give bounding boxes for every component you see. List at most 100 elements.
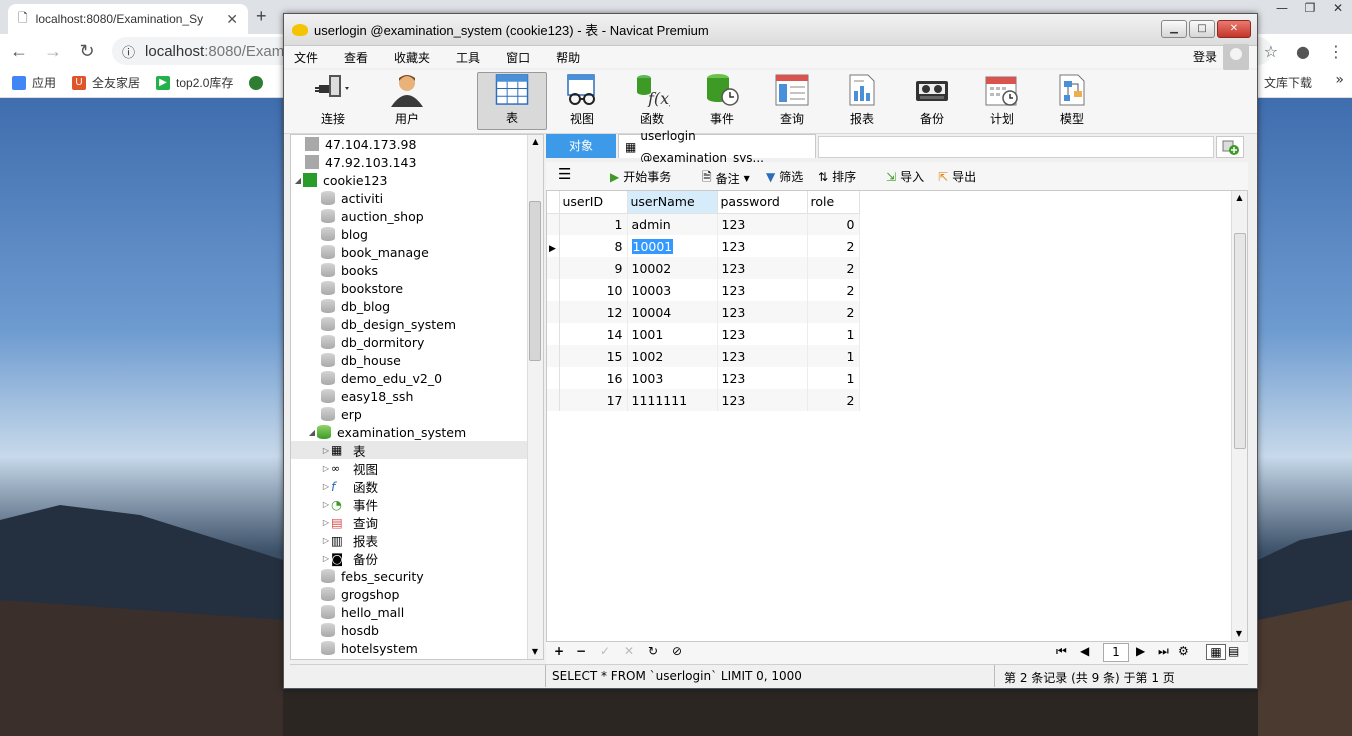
tree-scroll-thumb[interactable] xyxy=(529,201,541,361)
expand-icon[interactable]: ▷ xyxy=(321,500,331,509)
table-cell[interactable]: 123 xyxy=(717,367,808,389)
tree-backups[interactable]: ▷ ◙ 备份 xyxy=(321,549,378,567)
table-row[interactable]: 12 10004 123 2 xyxy=(547,301,860,323)
tree-database[interactable]: hotelsystem xyxy=(321,639,418,657)
tree-database[interactable]: hosdb xyxy=(321,621,379,639)
tree-views[interactable]: ▷ ∞ 视图 xyxy=(321,459,378,477)
tree-database[interactable]: books xyxy=(321,261,378,279)
bookmark-wenku[interactable]: 文库下载 xyxy=(1264,74,1312,91)
table-cell[interactable]: 123 xyxy=(717,345,808,367)
row-indicator[interactable] xyxy=(547,213,560,235)
menu-favorites[interactable]: 收藏夹 xyxy=(394,49,430,66)
table-row[interactable]: 14 1001 123 1 xyxy=(547,323,860,345)
table-cell[interactable]: 123 xyxy=(717,213,808,235)
restore-icon[interactable]: ❐ xyxy=(1296,0,1324,16)
bookmarks-more-icon[interactable]: » xyxy=(1335,72,1344,88)
scroll-down-icon[interactable]: ▼ xyxy=(528,645,542,659)
minimize-button[interactable]: ▁ xyxy=(1161,20,1187,38)
tree-database[interactable]: activiti xyxy=(321,189,383,207)
tree-database-open[interactable]: ◢ examination_system xyxy=(307,423,466,441)
table-cell[interactable]: 10002 xyxy=(627,257,718,279)
menu-file[interactable]: 文件 xyxy=(294,49,318,66)
profile-icon[interactable]: ● xyxy=(1296,42,1310,61)
table-row[interactable]: 10 10003 123 2 xyxy=(547,279,860,301)
tree-database[interactable]: hello_mall xyxy=(321,603,404,621)
column-header-userID[interactable]: userID xyxy=(559,191,628,214)
page-number-input[interactable]: 1 xyxy=(1103,643,1129,662)
tab-userlogin[interactable]: ▦ userlogin @examination_sys... xyxy=(618,129,816,165)
table-cell[interactable]: 2 xyxy=(807,279,860,301)
table-row[interactable]: ▶ 8 10001 123 2 xyxy=(547,235,860,257)
expand-icon[interactable]: ▷ xyxy=(321,554,331,563)
info-icon[interactable]: ⓘ xyxy=(122,42,135,61)
menu-help[interactable]: 帮助 xyxy=(556,49,580,66)
next-page-icon[interactable]: ▶ xyxy=(1136,644,1145,658)
grid-view-icon[interactable]: ▦ xyxy=(1206,644,1226,660)
star-icon[interactable]: ☆ xyxy=(1264,42,1278,61)
table-cell[interactable]: 1 xyxy=(807,323,860,345)
back-icon[interactable]: ← xyxy=(10,41,28,62)
row-indicator[interactable] xyxy=(547,279,560,301)
grid-scroll-thumb[interactable] xyxy=(1234,233,1246,449)
tree-database[interactable]: bookstore xyxy=(321,279,403,297)
table-cell[interactable]: 2 xyxy=(807,301,860,323)
settings-gear-icon[interactable]: ⚙ xyxy=(1178,644,1189,658)
table-cell[interactable]: 10 xyxy=(559,279,628,301)
table-row[interactable]: 1 admin 123 0 xyxy=(547,213,860,235)
form-view-icon[interactable]: ▤ xyxy=(1228,644,1239,658)
discard-changes-icon[interactable]: ✕ xyxy=(624,644,634,658)
table-cell[interactable]: 1 xyxy=(807,345,860,367)
tree-connection[interactable]: 47.104.173.98 xyxy=(305,135,416,153)
import-button[interactable]: ⇲ 导入 xyxy=(886,168,924,185)
tab-objects[interactable]: 对象 xyxy=(546,134,616,158)
tree-connection-open[interactable]: ◢ cookie123 xyxy=(293,171,388,189)
collapse-icon[interactable]: ◢ xyxy=(307,428,317,437)
table-cell[interactable]: 1 xyxy=(559,213,628,235)
column-header-password[interactable]: password xyxy=(717,191,808,214)
tree-database[interactable]: db_design_system xyxy=(321,315,456,333)
expand-icon[interactable]: ▷ xyxy=(321,536,331,545)
table-cell[interactable]: 123 xyxy=(717,257,808,279)
grid-scrollbar[interactable]: ▲ ▼ xyxy=(1231,191,1247,641)
menu-icon[interactable]: ⋮ xyxy=(1328,42,1344,61)
login-link[interactable]: 登录 xyxy=(1193,48,1217,65)
table-cell[interactable]: 1001 xyxy=(627,323,718,345)
menu-window[interactable]: 窗口 xyxy=(506,49,530,66)
table-cell[interactable]: 1003 xyxy=(627,367,718,389)
tree-database[interactable]: book_manage xyxy=(321,243,429,261)
expand-icon[interactable]: ▷ xyxy=(321,446,331,455)
tree-database[interactable]: auction_shop xyxy=(321,207,424,225)
tree-reports[interactable]: ▷ ▥ 报表 xyxy=(321,531,378,549)
toolbar-user-button[interactable]: 用户 xyxy=(372,72,442,130)
column-header-userName[interactable]: userName xyxy=(627,191,718,214)
close-button[interactable]: ✕ xyxy=(1217,20,1251,38)
forward-icon[interactable]: → xyxy=(44,41,62,62)
maximize-button[interactable]: □ xyxy=(1189,20,1215,38)
table-cell[interactable]: 14 xyxy=(559,323,628,345)
export-button[interactable]: ⇱ 导出 xyxy=(938,168,976,185)
scroll-down-icon[interactable]: ▼ xyxy=(1232,627,1246,641)
table-cell[interactable]: 0 xyxy=(807,213,860,235)
tree-database[interactable]: grogshop xyxy=(321,585,399,603)
table-cell[interactable]: 10004 xyxy=(627,301,718,323)
table-cell[interactable]: 2 xyxy=(807,257,860,279)
bookmark-apps[interactable]: 应用 xyxy=(12,74,56,91)
tree-scrollbar[interactable]: ▲ ▼ xyxy=(527,135,543,659)
toolbar-model-button[interactable]: 模型 xyxy=(1037,72,1107,130)
table-row[interactable]: 16 1003 123 1 xyxy=(547,367,860,389)
scroll-up-icon[interactable]: ▲ xyxy=(528,135,543,149)
tree-queries[interactable]: ▷ ▤ 查询 xyxy=(321,513,378,531)
table-cell[interactable]: 123 xyxy=(717,279,808,301)
table-cell[interactable]: 17 xyxy=(559,389,628,411)
close-tab-icon[interactable]: ✕ xyxy=(226,11,238,28)
tree-database[interactable]: db_dormitory xyxy=(321,333,424,351)
tree-connection[interactable]: 47.92.103.143 xyxy=(305,153,416,171)
toolbar-backup-button[interactable]: 备份 xyxy=(897,72,967,130)
delete-record-icon[interactable]: − xyxy=(576,644,586,658)
row-indicator[interactable] xyxy=(547,323,560,345)
new-tab-button[interactable]: + xyxy=(256,6,267,27)
sort-button[interactable]: ⇅ 排序 xyxy=(818,168,856,185)
toolbar-function-button[interactable]: f(x) 函数 xyxy=(617,72,687,130)
expand-icon[interactable]: ▷ xyxy=(321,482,331,491)
table-cell[interactable]: 123 xyxy=(717,323,808,345)
